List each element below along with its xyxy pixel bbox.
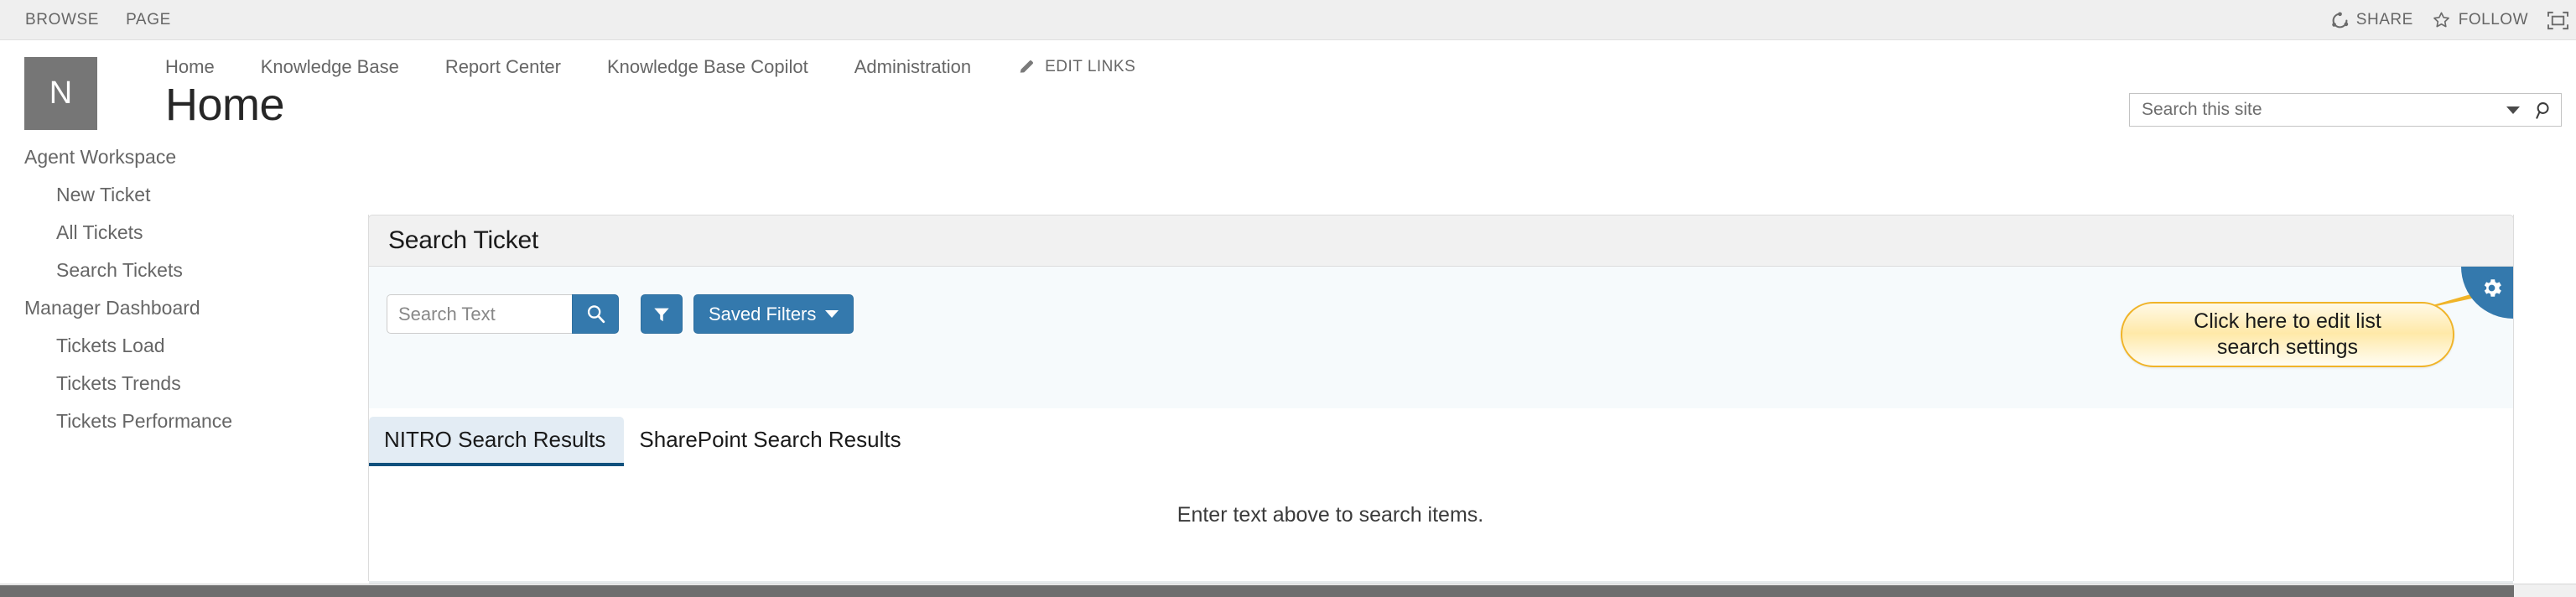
callout-line-1: Click here to edit list (2194, 309, 2381, 333)
list-search-settings-gear-button[interactable] (2461, 267, 2513, 319)
search-icon[interactable] (2527, 101, 2561, 120)
callout-line-2: search settings (2216, 335, 2359, 359)
focus-on-content-icon (2547, 10, 2569, 31)
sidebar-item-tickets-performance[interactable]: Tickets Performance (0, 402, 352, 440)
sidebar-group-agent-workspace[interactable]: Agent Workspace (0, 138, 352, 176)
ribbon-bar: BROWSE PAGE SHARE FOLLOW (0, 0, 2576, 40)
focus-on-content-button[interactable] (2547, 10, 2569, 31)
results-tab-list: NITRO Search Results SharePoint Search R… (369, 417, 2513, 466)
empty-results-message: Enter text above to search items. (369, 503, 2513, 527)
empty-results-text: Enter text above to search items. (1176, 503, 1484, 527)
horizontal-scrollbar-thumb[interactable] (0, 585, 2514, 597)
star-icon (2432, 11, 2451, 29)
search-text-input[interactable] (387, 294, 572, 334)
share-icon (2331, 11, 2349, 29)
site-logo[interactable]: N (24, 57, 97, 130)
filter-button[interactable] (641, 294, 683, 334)
funnel-icon (652, 305, 671, 324)
search-input-group (387, 294, 619, 334)
edit-links-button[interactable]: EDIT LINKS (1017, 58, 1135, 76)
site-search-input[interactable] (2130, 94, 2499, 126)
ribbon-tab-page[interactable]: PAGE (126, 11, 171, 29)
share-button[interactable]: SHARE (2331, 11, 2413, 29)
search-controls: Saved Filters (387, 294, 854, 334)
edit-links-label: EDIT LINKS (1045, 58, 1136, 75)
nav-item-knowledge-base-copilot[interactable]: Knowledge Base Copilot (607, 48, 808, 86)
share-label: SHARE (2355, 11, 2413, 29)
horizontal-scrollbar[interactable] (0, 584, 2576, 597)
pencil-icon (1017, 58, 1036, 76)
site-header: N Home Knowledge Base Report Center Know… (0, 40, 2576, 130)
follow-label: FOLLOW (2458, 11, 2528, 29)
sidebar-item-all-tickets[interactable]: All Tickets (0, 214, 352, 252)
saved-filters-label: Saved Filters (709, 303, 817, 324)
quick-launch-navigation: Agent Workspace New Ticket All Tickets S… (0, 138, 352, 440)
chevron-down-icon (825, 310, 839, 318)
gear-icon (2470, 276, 2504, 309)
nav-item-report-center[interactable]: Report Center (445, 48, 561, 86)
page-title: Home (165, 80, 285, 130)
ribbon-tab-browse[interactable]: BROWSE (25, 11, 99, 29)
search-icon (585, 304, 606, 324)
top-navigation: Home Knowledge Base Report Center Knowle… (165, 48, 1135, 86)
sidebar-item-search-tickets[interactable]: Search Tickets (0, 252, 352, 289)
tab-nitro-search-results[interactable]: NITRO Search Results (369, 417, 625, 466)
search-toolbar: Saved Filters Click here to edit list se… (369, 267, 2513, 408)
follow-button[interactable]: FOLLOW (2432, 11, 2528, 29)
ribbon-tab-list: BROWSE PAGE (25, 0, 171, 40)
tab-sharepoint-search-results[interactable]: SharePoint Search Results (624, 417, 919, 466)
site-search-box[interactable] (2129, 93, 2562, 127)
search-ticket-panel-header: Search Ticket (368, 215, 2514, 267)
sidebar-item-new-ticket[interactable]: New Ticket (0, 176, 352, 214)
saved-filters-button[interactable]: Saved Filters (693, 294, 854, 334)
search-ticket-title: Search Ticket (388, 226, 539, 254)
results-panel: Enter text above to search items. (369, 466, 2513, 581)
nav-item-administration[interactable]: Administration (854, 48, 971, 86)
sidebar-item-tickets-trends[interactable]: Tickets Trends (0, 365, 352, 402)
edit-list-search-settings-callout: Click here to edit list search settings (2121, 302, 2454, 367)
sidebar-group-manager-dashboard[interactable]: Manager Dashboard (0, 289, 352, 327)
search-submit-button[interactable] (572, 294, 619, 334)
ribbon-actions: SHARE FOLLOW (2331, 0, 2569, 40)
chevron-down-icon[interactable] (2499, 105, 2527, 115)
sidebar-item-tickets-load[interactable]: Tickets Load (0, 327, 352, 365)
